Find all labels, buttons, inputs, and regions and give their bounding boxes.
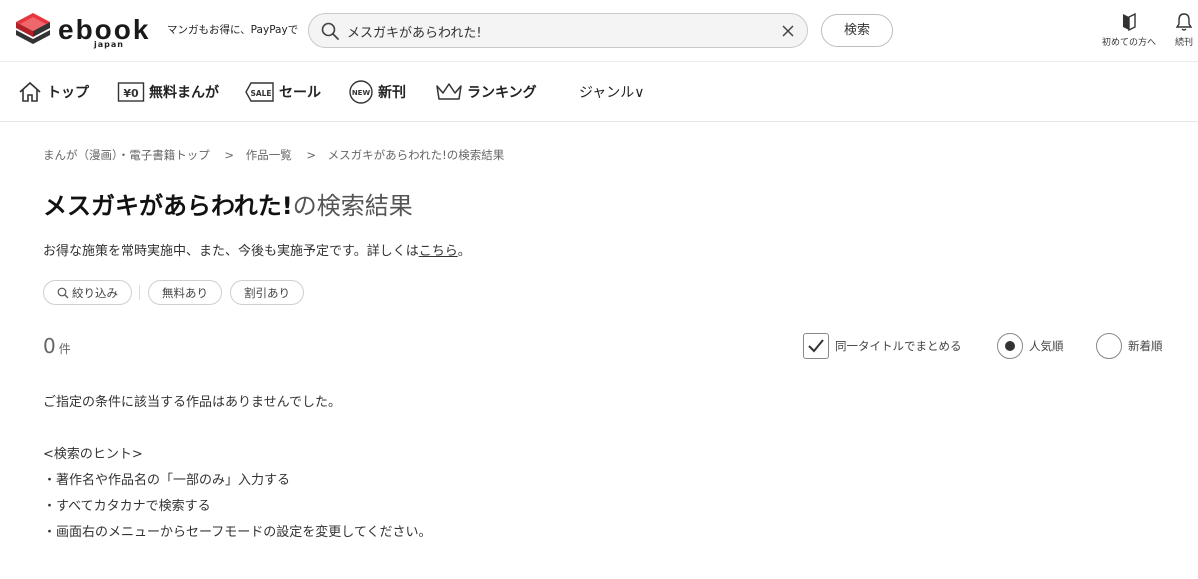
svg-text:¥0: ¥0 — [123, 87, 139, 100]
group-titles-label: 同一タイトルでまとめる — [835, 339, 962, 353]
free-filter-chip[interactable]: 無料あり — [148, 280, 222, 305]
breadcrumb-separator: > — [224, 148, 235, 162]
notice-link[interactable]: こちら — [419, 244, 458, 259]
result-count-unit: 件 — [58, 342, 71, 356]
breadcrumb-works[interactable]: 作品一覧 — [246, 148, 292, 162]
narrow-filter-label: 絞り込み — [72, 285, 118, 300]
sort-new-radio[interactable] — [1096, 333, 1122, 359]
hint-item: ・すべてカタカナで検索する — [43, 499, 211, 514]
result-count-number: 0 — [43, 334, 56, 358]
home-icon — [19, 81, 41, 102]
breadcrumb: まんが（漫画）・電子書籍トップ > 作品一覧 > メスガキがあらわれた!の検索結… — [43, 147, 507, 163]
nav-genre-dropdown[interactable]: ジャンル∨ — [579, 79, 645, 105]
continued-volumes-link[interactable]: 続刊 — [1175, 12, 1193, 48]
crown-icon — [436, 83, 462, 100]
breadcrumb-home[interactable]: まんが（漫画）・電子書籍トップ — [43, 148, 210, 162]
group-titles-checkbox[interactable] — [803, 333, 829, 359]
first-time-guide-link[interactable]: 初めての方へ — [1102, 12, 1156, 48]
search-icon — [321, 22, 339, 40]
no-results-message: ご指定の条件に該当する作品はありませんでした。 — [43, 395, 341, 410]
yen-zero-icon: ¥0 — [117, 82, 145, 102]
nav-item-ranking[interactable]: ランキング — [435, 79, 537, 105]
sort-new-label: 新着順 — [1128, 339, 1163, 353]
nav-label-top: トップ — [47, 85, 89, 101]
page-title: メスガキがあらわれた!の検索結果 — [43, 186, 413, 221]
radio-selected-dot — [1005, 341, 1015, 351]
breadcrumb-separator: > — [306, 148, 316, 162]
continued-label: 続刊 — [1175, 38, 1194, 48]
svg-text:SALE: SALE — [250, 89, 271, 98]
bell-icon — [1175, 13, 1193, 31]
search-query-title: メスガキがあらわれた! — [43, 192, 293, 220]
hint-title: <検索のヒント> — [43, 447, 143, 462]
group-titles-option[interactable]: 同一タイトルでまとめる — [803, 333, 962, 359]
sale-tag-icon: SALE — [245, 82, 274, 102]
search-input[interactable] — [347, 19, 767, 43]
ebook-japan-logo[interactable]: ebook japan — [14, 11, 159, 51]
nav-item-new[interactable]: NEW 新刊 — [348, 79, 406, 105]
clear-icon[interactable] — [779, 22, 797, 40]
book-guide-icon — [1123, 12, 1136, 32]
nav-item-top[interactable]: トップ — [17, 79, 89, 105]
nav-item-sale[interactable]: SALE セール — [245, 79, 321, 105]
sort-popular-label: 人気順 — [1029, 339, 1064, 353]
search-icon — [57, 287, 69, 298]
logo-subtext: japan — [94, 40, 124, 49]
sort-popular-option[interactable]: 人気順 — [997, 333, 1064, 359]
sort-new-option[interactable]: 新着順 — [1096, 333, 1163, 359]
first-time-label: 初めての方へ — [1102, 38, 1157, 48]
title-suffix: の検索結果 — [292, 192, 413, 220]
search-box — [308, 13, 808, 48]
new-badge-icon: NEW — [349, 80, 373, 104]
nav-label-free: 無料まんが — [149, 85, 219, 101]
breadcrumb-current: メスガキがあらわれた!の検索結果 — [327, 148, 505, 162]
main-nav: トップ ¥0 無料まんが SALE セール NEW 新刊 ランキング ジャンル∨ — [0, 62, 1198, 122]
nav-item-free-manga[interactable]: ¥0 無料まんが — [117, 79, 219, 105]
svg-text:NEW: NEW — [352, 89, 371, 97]
hint-item: ・画面右のメニューからセーフモードの設定を変更してください。 — [43, 525, 432, 540]
filter-divider — [139, 285, 140, 300]
tagline: マンガもお得に、PayPayで — [167, 24, 299, 36]
result-count: 0件 — [43, 334, 71, 358]
book-logo-icon — [16, 13, 50, 44]
site-header: ebook japan マンガもお得に、PayPayで 検索 初めての方へ 続刊 — [0, 0, 1198, 62]
nav-label-ranking: ランキング — [467, 85, 537, 101]
search-button[interactable]: 検索 — [821, 14, 893, 47]
nav-label-sale: セール — [279, 85, 321, 101]
notice-end: 。 — [457, 244, 471, 259]
narrow-filter-button[interactable]: 絞り込み — [43, 280, 132, 305]
discount-filter-chip[interactable]: 割引あり — [230, 280, 304, 305]
nav-label-new: 新刊 — [378, 85, 406, 101]
notice-text: お得な施策を常時実施中、また、今後も実施予定です。詳しくは — [43, 244, 419, 259]
hint-item: ・著作名や作品名の「一部のみ」入力する — [43, 473, 291, 488]
checkmark-icon — [808, 339, 824, 353]
campaign-notice: お得な施策を常時実施中、また、今後も実施予定です。詳しくはこちら。 — [43, 240, 471, 259]
sort-popular-radio[interactable] — [997, 333, 1023, 359]
